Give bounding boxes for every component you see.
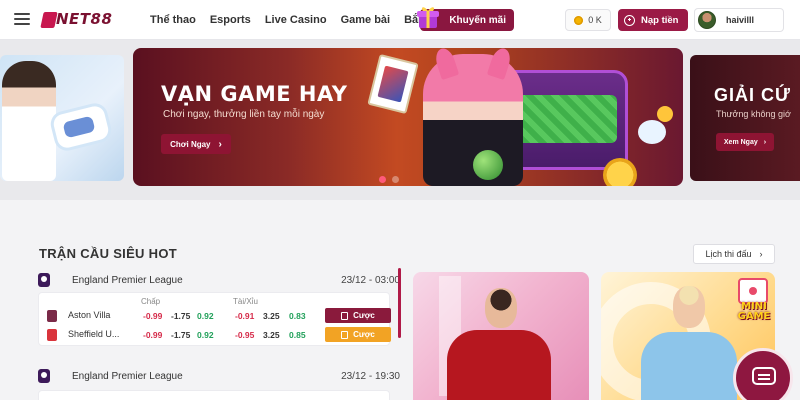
odd-value[interactable]: -0.99 [143,311,162,321]
league-header: England Premier League 23/12 - 03:00 [38,268,400,292]
premier-league-icon [38,273,50,287]
avatar [698,11,716,29]
hot-matches-section: TRẬN CẦU SIÊU HOT Lịch thi đấu › England… [28,230,788,400]
bet-slip-icon [341,330,349,339]
carousel-dots [379,176,399,183]
play-now-button[interactable]: Chơi Ngay › [161,134,231,154]
bet-label: Cược [353,330,375,339]
mini-game-label: MINI GAME [737,301,771,322]
odd-value: 3.25 [263,311,280,321]
match-time: 23/12 - 03:00 [341,274,400,286]
section-title: TRẬN CẦU SIÊU HOT [39,246,177,261]
league-name: England Premier League [72,274,183,286]
banner-model-image [2,61,56,181]
banner-next-subtitle: Thưởng không giớ [716,109,791,119]
banner-main[interactable]: VẠN GAME HAY Chơi ngay, thưởng liền tay … [133,48,683,186]
coin-image [657,106,673,122]
playing-card-image [367,53,419,115]
league-header: England Premier League 23/12 - 19:30 [38,364,400,388]
odd-value[interactable]: -0.99 [143,330,162,340]
handicap-header: Chấp [141,297,161,306]
carousel-dot[interactable] [392,176,399,183]
view-now-label: Xem Ngay [723,138,758,146]
odd-value[interactable]: -0.95 [235,330,254,340]
chat-icon [752,367,776,385]
banner-next[interactable]: GIẢI CỨ Thưởng không giớ Xem Ngay › [690,55,800,181]
player-image [485,288,517,328]
scrollbar[interactable] [398,268,401,338]
chevron-right-icon: › [218,138,222,150]
premier-league-icon [38,369,50,383]
banner-prev[interactable] [0,55,124,181]
gift-icon [417,7,439,28]
coin-icon [574,15,584,25]
nav-sports[interactable]: Thể thao [150,14,196,26]
match-time: 23/12 - 19:30 [341,370,400,382]
view-now-button[interactable]: Xem Ngay › [716,133,774,151]
top-header: NET88 Thể thao Esports Live Casino Game … [0,0,800,40]
bet-slip-icon [341,311,349,320]
menu-icon[interactable] [14,13,30,25]
promotions-button[interactable]: Khuyến mãi [417,7,514,31]
team-row: Sheffield U... -0.99 -1.75 0.92 -0.95 3.… [39,326,391,344]
mascot-image [638,120,666,144]
odd-value[interactable]: -0.91 [235,311,254,321]
chevron-right-icon: › [763,138,767,146]
play-now-label: Chơi Ngay [170,139,211,149]
team-name: Aston Villa [68,310,111,320]
schedule-button[interactable]: Lịch thi đấu › [693,244,775,264]
odd-value[interactable]: 0.85 [289,330,306,340]
logo[interactable]: NET88 [40,10,122,30]
user-menu[interactable]: haivilll [694,8,784,32]
odd-value: -1.75 [171,330,191,340]
nav-esports[interactable]: Esports [210,14,251,26]
team-badge-icon [47,329,57,341]
deposit-label: Nạp tiền [641,14,679,26]
bet-label: Cược [353,311,375,320]
player-image [673,286,705,328]
odd-value: -1.75 [171,311,191,321]
team-name: Sheffield U... [68,329,120,339]
bet-button[interactable]: Cược [325,327,391,342]
player-image [641,332,737,400]
balance-display[interactable]: 0 K [565,9,611,31]
odd-value[interactable]: 0.92 [197,311,214,321]
odd-value[interactable]: 0.92 [197,330,214,340]
chat-button[interactable] [733,348,793,400]
player-image [447,330,551,400]
balance-value: 0 K [588,15,602,25]
bet-button[interactable]: Cược [325,308,391,323]
league-name: England Premier League [72,370,183,382]
banner-carousel: VẠN GAME HAY Chơi ngay, thưởng liền tay … [0,40,800,200]
plus-icon [624,14,635,26]
ball-image [473,150,503,180]
odd-value: 3.25 [263,330,280,340]
odd-value[interactable]: 0.83 [289,311,306,321]
team-badge-icon [47,310,57,322]
match-list: England Premier League 23/12 - 03:00 Chấ… [28,268,401,400]
banner-title: VẠN GAME HAY [161,82,348,106]
chevron-right-icon: › [759,249,763,259]
main-nav: Thể thao Esports Live Casino Game bài Bắ… [150,0,454,40]
featured-player-card[interactable] [413,272,589,400]
promotions-label: Khuyến mãi [449,14,506,26]
team-row: Aston Villa -0.99 -1.75 0.92 -0.91 3.25 … [39,307,391,325]
banner-next-title: GIẢI CỨ [714,85,791,105]
match-card: Chấp Tài/Xỉu Aston Villa -0.99 -1.75 0.9… [38,292,391,346]
schedule-label: Lịch thi đấu [705,249,752,259]
username: haivilll [726,15,755,25]
match-card [38,390,390,400]
coin-image [603,158,637,186]
over-under-header: Tài/Xỉu [233,297,258,306]
mini-game-button[interactable]: MINI GAME [734,278,774,328]
deposit-button[interactable]: Nạp tiền [618,9,688,31]
nav-live-casino[interactable]: Live Casino [265,14,327,26]
carousel-dot[interactable] [379,176,386,183]
banner-subtitle: Chơi ngay, thưởng liền tay mỗi ngày [163,109,325,120]
logo-text: NET88 [56,10,113,28]
nav-card-games[interactable]: Game bài [341,14,391,26]
